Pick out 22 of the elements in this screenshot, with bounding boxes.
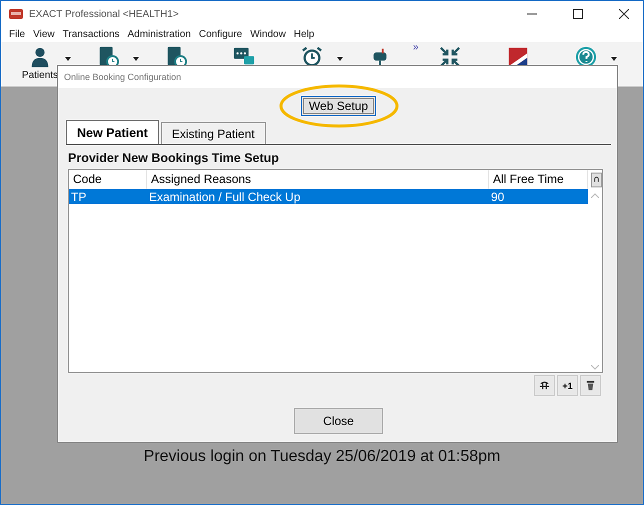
dialog-title: Online Booking Configuration <box>64 72 182 82</box>
table-row[interactable]: TP Examination / Full Check Up 90 <box>69 189 588 204</box>
status-message: Previous login on Tuesday 25/06/2019 at 01:58pm <box>144 448 500 466</box>
tab[interactable]: Existing Patient <box>160 122 266 144</box>
web-setup-button[interactable]: Web Setup <box>300 96 376 116</box>
toolbar-button[interactable]: Patients <box>19 42 61 80</box>
menu-item[interactable]: Window <box>250 29 286 40</box>
toolbar-overflow[interactable]: » <box>413 42 419 53</box>
table-cell-text: Examination / Full Check Up <box>148 190 302 204</box>
table-cell-text: 90 <box>490 190 506 204</box>
tab[interactable]: New Patient <box>66 120 159 144</box>
menu-item[interactable]: Administration <box>128 29 191 40</box>
add-one-button[interactable]: +1 <box>557 375 578 396</box>
close-button[interactable]: Close <box>294 408 383 434</box>
menu-item[interactable]: File <box>9 29 26 40</box>
window-title: EXACT Professional <HEALTH1> <box>29 8 179 20</box>
menu-item[interactable]: Help <box>294 29 314 40</box>
menu-item[interactable]: Configure <box>198 29 242 40</box>
menu-item[interactable]: View <box>33 29 55 40</box>
section-title: Provider New Bookings Time Setup <box>68 151 280 165</box>
menu-item[interactable]: Transactions <box>62 29 120 40</box>
table-cell-text: TP <box>70 190 88 204</box>
